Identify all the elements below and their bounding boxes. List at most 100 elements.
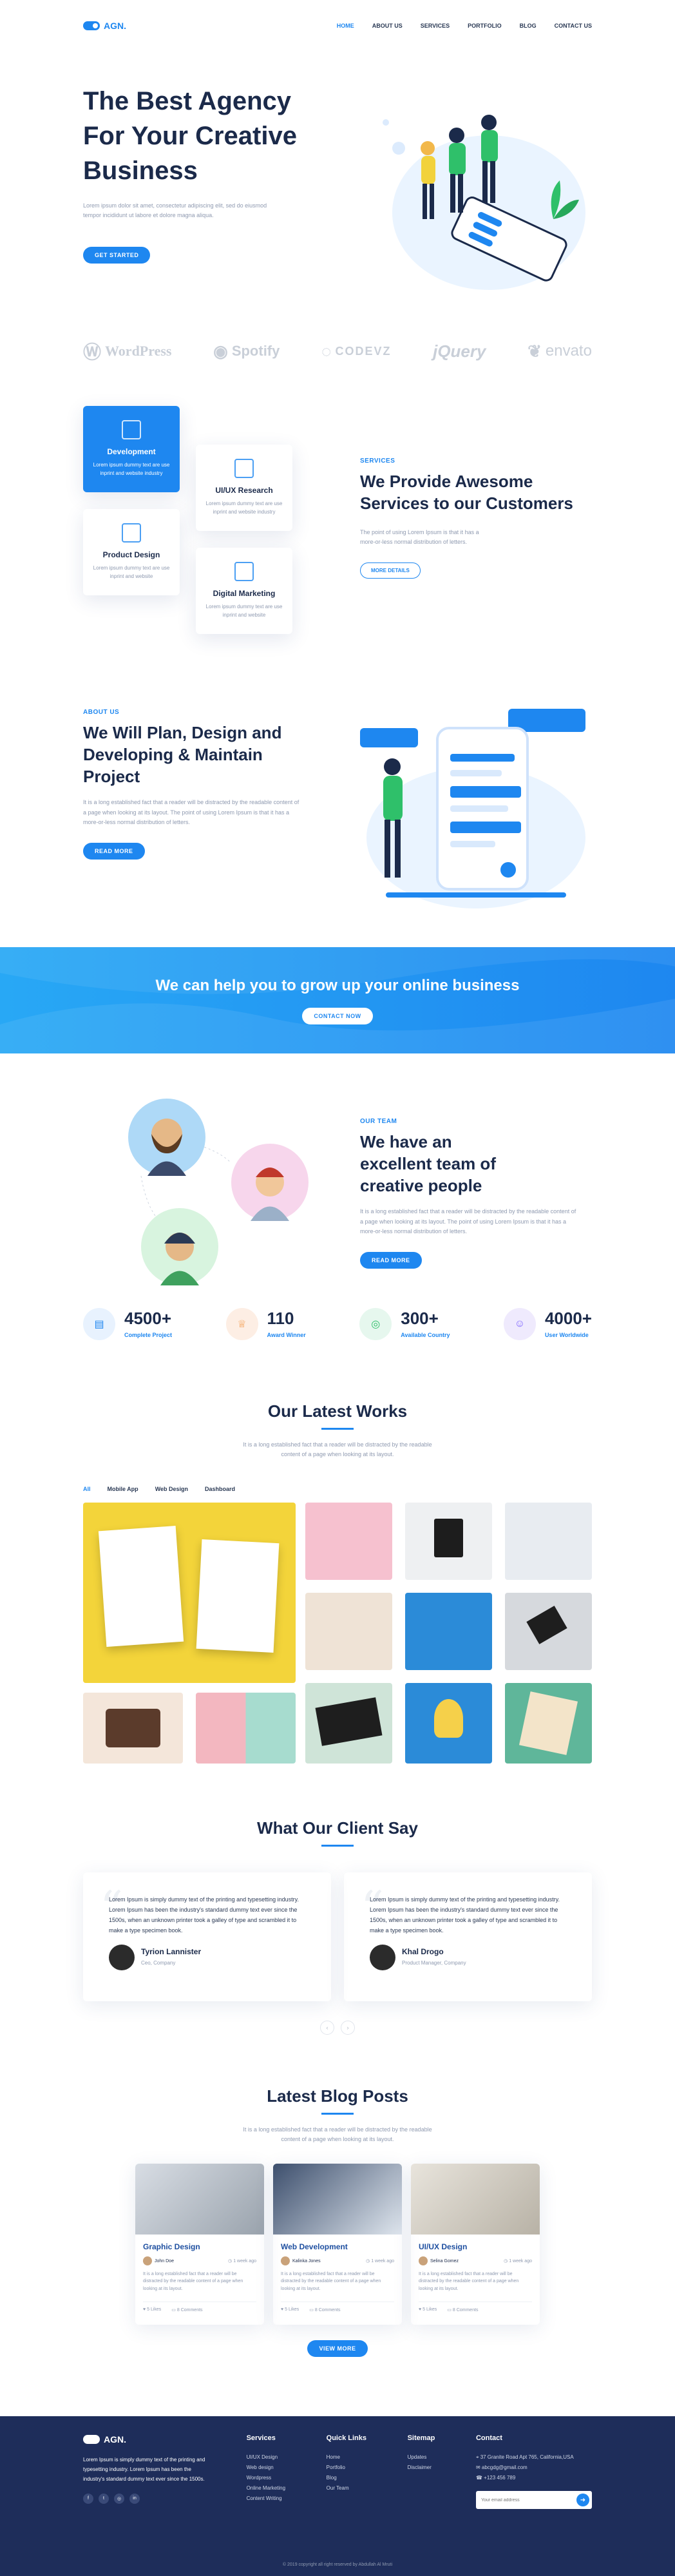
testimonial-card: “ Lorem Ipsum is simply dummy text of th…	[83, 1872, 331, 2001]
work-tile-bottle[interactable]	[405, 1592, 492, 1670]
footer-about: Lorem Ipsum is simply dummy text of the …	[83, 2457, 205, 2483]
work-tile-plants[interactable]	[305, 1592, 392, 1670]
team-section: OUR TEAM We have an excellent team of cr…	[83, 1053, 592, 1298]
team-member-avatar[interactable]	[141, 1208, 218, 1285]
copyright: © 2019 copyright all right reserved by A…	[282, 2562, 393, 2567]
send-arrow-icon[interactable]: ➜	[576, 2494, 589, 2506]
spotify-icon: ◉	[213, 341, 228, 361]
nav-blog[interactable]: BLOG	[520, 23, 537, 29]
footer-link[interactable]: Blog	[327, 2473, 366, 2483]
footer-link[interactable]: Disclaimer	[408, 2463, 435, 2473]
phone-icon: ☎	[475, 2475, 484, 2481]
nav-home[interactable]: HOME	[337, 23, 354, 29]
works-grid	[83, 1502, 592, 1767]
footer-link[interactable]: Online Marketing	[247, 2483, 285, 2494]
footer-link[interactable]: Home	[327, 2452, 366, 2463]
blog-section: Latest Blog Posts It is a long establish…	[83, 2086, 592, 2358]
services-section: Development Lorem ipsum dummy text are us…	[83, 380, 592, 657]
services-text: The point of using Lorem Ipsum is that i…	[360, 528, 479, 545]
services-eyebrow: SERVICES	[360, 457, 395, 465]
development-icon	[122, 420, 141, 439]
service-card-uiux[interactable]: UI/UX Research Lorem ipsum dummy text are…	[196, 445, 292, 531]
nav-about[interactable]: ABOUT US	[372, 23, 403, 29]
footer-link[interactable]: Portfolio	[327, 2463, 366, 2473]
location-icon: ⌖	[475, 2454, 480, 2460]
facebook-icon[interactable]: f	[83, 2493, 93, 2504]
hero-illustration	[360, 84, 592, 290]
service-cards: Development Lorem ipsum dummy text are us…	[83, 406, 321, 651]
prev-arrow-icon[interactable]: ‹	[320, 2020, 334, 2035]
banner-waves	[0, 947, 675, 1053]
footer-link[interactable]: Content Writing	[247, 2494, 285, 2504]
about-read-more-button[interactable]: READ MORE	[83, 843, 145, 860]
about-text: It is a long established fact that a rea…	[83, 799, 299, 825]
contact-now-button[interactable]: CONTACT NOW	[302, 1007, 373, 1024]
author-avatar	[143, 2256, 152, 2266]
team-member-avatar[interactable]	[231, 1144, 309, 1221]
twitter-icon[interactable]: t	[99, 2493, 109, 2504]
filter-web-design[interactable]: Web Design	[155, 1486, 188, 1492]
instagram-icon[interactable]: ◎	[114, 2493, 124, 2504]
footer-link[interactable]: Updates	[408, 2452, 435, 2463]
team-member-avatar[interactable]	[128, 1099, 205, 1176]
service-card-marketing[interactable]: Digital Marketing Lorem ipsum dummy text …	[196, 548, 292, 634]
team-eyebrow: OUR TEAM	[360, 1118, 397, 1125]
next-arrow-icon[interactable]: ›	[341, 2020, 355, 2035]
hero-text: Lorem ipsum dolor sit amet, consectetur …	[83, 202, 267, 219]
clock-icon: ◷	[504, 2259, 509, 2264]
about-title: We Will Plan, Design and Developing & Ma…	[83, 723, 282, 786]
post-image	[135, 2164, 264, 2235]
about-section: ABOUT US We Will Plan, Design and Develo…	[83, 657, 592, 947]
comment-icon: ▭	[447, 2307, 453, 2312]
work-tile-cup[interactable]	[405, 1502, 492, 1580]
email-input[interactable]	[480, 2497, 576, 2503]
work-tile-bulb[interactable]	[405, 1682, 492, 1764]
blog-post-card[interactable]: UI/UX Design Selina Gomez ◷ 1 week ago It…	[411, 2164, 540, 2325]
work-tile-camera[interactable]	[83, 1692, 183, 1764]
users-icon: ☺	[503, 1308, 536, 1340]
nav-portfolio[interactable]: PORTFOLIO	[468, 23, 502, 29]
clients-section: What Our Client Say “ Lorem Ipsum is sim…	[83, 1818, 592, 2035]
team-read-more-button[interactable]: READ MORE	[360, 1252, 422, 1269]
nav-services[interactable]: SERVICES	[421, 23, 450, 29]
service-card-product-design[interactable]: Product Design Lorem ipsum dummy text are…	[83, 509, 180, 595]
view-more-button[interactable]: VIEW MORE	[307, 2340, 368, 2358]
filter-dashboard[interactable]: Dashboard	[205, 1486, 235, 1492]
work-tile-desk[interactable]	[505, 1502, 592, 1580]
footer-link[interactable]: Wordpress	[247, 2473, 285, 2483]
logo-icon	[83, 2435, 100, 2444]
banner-title: We can help you to grow up your online b…	[155, 976, 520, 994]
logo[interactable]: AGN.	[83, 21, 126, 31]
nav-contact[interactable]: CONTACT US	[555, 23, 592, 29]
work-tile-poster[interactable]	[83, 1502, 296, 1683]
brand-logos: Ⓦ WordPress ◉ Spotify ◌ CODEVZ jQuery ❦ enva…	[83, 322, 592, 380]
footer-logo[interactable]: AGN.	[83, 2434, 205, 2445]
linkedin-icon[interactable]: in	[129, 2493, 140, 2504]
footer-link[interactable]: UI/UX Design	[247, 2452, 285, 2463]
works-title: Our Latest Works	[267, 1401, 408, 1421]
works-section: Our Latest Works It is a long establishe…	[83, 1401, 592, 1767]
filter-mobile-app[interactable]: Mobile App	[108, 1486, 138, 1492]
footer-link[interactable]: Our Team	[327, 2483, 366, 2494]
more-details-button[interactable]: MORE DETAILS	[360, 562, 421, 579]
work-tile-donuts[interactable]	[305, 1502, 392, 1580]
get-started-button[interactable]: GET STARTED	[83, 246, 151, 264]
footer-link[interactable]: Web design	[247, 2463, 285, 2473]
author-avatar	[419, 2256, 428, 2266]
blog-post-card[interactable]: Web Development Kalinka Jones ◷ 1 week ag…	[273, 2164, 402, 2325]
about-illustration	[347, 709, 592, 915]
codevz-icon: ◌	[321, 341, 332, 361]
wordpress-logo: Ⓦ WordPress	[83, 338, 172, 364]
work-tile-tag[interactable]	[505, 1592, 592, 1670]
work-tile-clapper[interactable]	[305, 1682, 392, 1764]
spotify-logo: ◉ Spotify	[213, 341, 280, 361]
service-card-development[interactable]: Development Lorem ipsum dummy text are us…	[83, 406, 180, 492]
work-tile-notebook[interactable]	[505, 1682, 592, 1764]
main-menu: HOME ABOUT US SERVICES PORTFOLIO BLOG CO…	[337, 23, 592, 29]
team-avatars	[83, 1099, 328, 1292]
jquery-logo: jQuery	[433, 341, 486, 361]
stat-awards: ♕ 110 Award Winner	[225, 1308, 306, 1340]
blog-post-card[interactable]: Graphic Design John Doe ◷ 1 week ago It i…	[135, 2164, 264, 2325]
filter-all[interactable]: All	[83, 1486, 91, 1492]
work-tile-headphones[interactable]	[196, 1692, 296, 1764]
